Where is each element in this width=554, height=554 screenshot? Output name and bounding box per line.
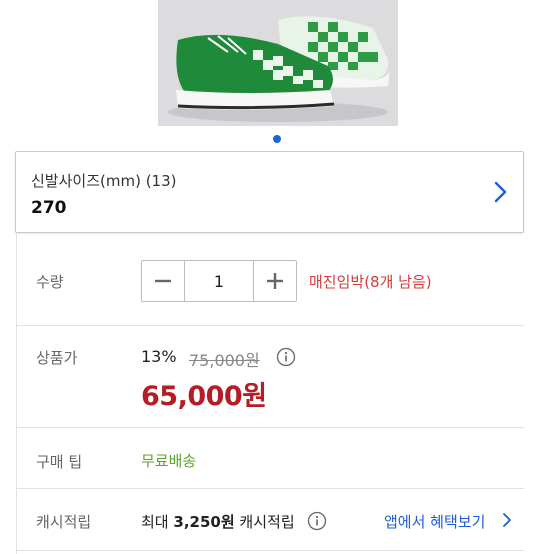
carousel-indicator[interactable]: [273, 135, 281, 143]
quantity-value[interactable]: 1: [184, 261, 254, 301]
cashback-info: 최대 3,250원 캐시적립: [141, 511, 295, 532]
option-value: 270: [31, 198, 67, 218]
cashback-label: 캐시적립: [36, 513, 92, 531]
decrease-button[interactable]: [142, 261, 184, 301]
divider: [16, 550, 524, 551]
cashback-suffix: 캐시적립: [239, 513, 295, 531]
divider: [16, 325, 524, 326]
section-border: [16, 233, 17, 554]
sale-price: 65,000원: [141, 381, 267, 412]
app-benefits-link[interactable]: 앱에서 혜택보기: [384, 511, 485, 532]
stock-status: 매진임박(8개 남음): [309, 273, 432, 291]
divider: [16, 488, 524, 489]
quantity-stepper[interactable]: 1: [141, 260, 297, 302]
discount-rate: 13%: [141, 347, 177, 366]
chevron-right-icon[interactable]: [502, 512, 512, 528]
info-icon[interactable]: [307, 511, 327, 531]
size-option-selector[interactable]: 신발사이즈(mm) (13) 270: [15, 151, 524, 233]
divider: [16, 427, 524, 428]
original-price: 75,000원: [189, 351, 260, 370]
product-image: [158, 0, 398, 126]
plus-icon: [267, 273, 283, 289]
cashback-prefix: 최대: [141, 513, 169, 531]
price-label: 상품가: [36, 349, 78, 367]
free-shipping: 무료배송: [141, 452, 197, 470]
info-icon[interactable]: [276, 347, 296, 367]
minus-icon: [155, 279, 171, 283]
sneaker-illustration: [158, 0, 398, 126]
option-label: 신발사이즈(mm) (13): [31, 172, 177, 190]
cashback-amount: 3,250원: [173, 513, 235, 531]
quantity-label: 수량: [36, 273, 64, 291]
increase-button[interactable]: [254, 261, 296, 301]
chevron-right-icon[interactable]: [493, 180, 509, 204]
tip-label: 구매 팁: [36, 453, 83, 471]
